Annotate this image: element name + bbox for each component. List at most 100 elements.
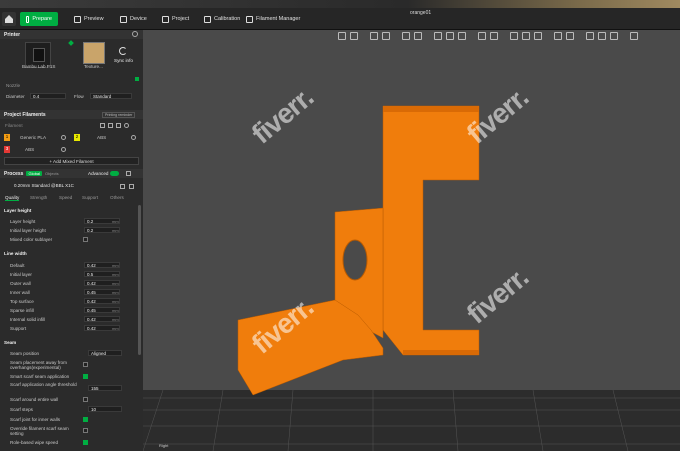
line-width-label: Outer wall: [10, 281, 31, 286]
sync-icon[interactable]: [119, 47, 127, 55]
role-wipe-checkbox[interactable]: [83, 440, 88, 445]
line-width-label: Sparse infill: [10, 308, 34, 313]
unit-label: mm: [112, 290, 119, 295]
diameter-select[interactable]: 0.4: [30, 93, 66, 99]
printer-badge: [68, 40, 74, 46]
advanced-toggle[interactable]: [110, 171, 119, 176]
gear-icon[interactable]: [132, 31, 138, 37]
mixed-color-checkbox[interactable]: [83, 237, 88, 242]
global-toggle[interactable]: Global: [26, 171, 43, 176]
process-section-header: Process Global Objects: [0, 169, 143, 178]
smart-scarf-label: Smart scarf seam application: [10, 374, 70, 379]
flow-label: Flow: [74, 94, 84, 99]
initial-layer-height-label: Initial layer height: [10, 228, 46, 233]
tab-label: Project: [172, 16, 190, 22]
diameter-label: Diameter: [6, 94, 25, 99]
line-width-label: Inner wall: [10, 290, 30, 295]
override-scarf-checkbox[interactable]: [83, 428, 88, 433]
unit-label: mm: [112, 263, 119, 268]
plate-card[interactable]: [83, 42, 105, 64]
unit-label: mm: [112, 219, 119, 224]
line-width-label: Internal solid infill: [10, 317, 46, 322]
filament-number-3[interactable]: 3: [4, 146, 10, 153]
scarf-angle-input[interactable]: 155: [88, 385, 122, 391]
settings-icon[interactable]: [124, 123, 129, 128]
seam-position-select[interactable]: Aligned: [88, 350, 122, 356]
filament-toolbar: [100, 123, 138, 129]
compare-preset-icon[interactable]: [129, 184, 134, 189]
unit-label: mm: [112, 272, 119, 277]
filament-number-1[interactable]: 1: [4, 134, 10, 141]
printer-section-title: Printer: [4, 31, 21, 38]
filament-name-3[interactable]: ABS: [25, 147, 34, 152]
printer-icon: [33, 48, 45, 62]
printer-name[interactable]: Bambu Lab P1S: [22, 64, 55, 69]
tab-device[interactable]: Device: [114, 12, 153, 26]
filament-edit-icon-3[interactable]: [61, 147, 66, 152]
filament-manager-icon: [246, 15, 253, 23]
edit-icon[interactable]: [100, 123, 105, 128]
scarf-angle-label: Scarf application angle threshold: [10, 382, 77, 387]
process-preset-select[interactable]: 0.20mm Standard @BBL X1C: [12, 183, 114, 190]
tab-label: Preview: [84, 16, 104, 22]
advanced-settings-icon[interactable]: [126, 171, 131, 176]
tab-support[interactable]: Support: [82, 195, 98, 200]
scarf-inner-label: Scarf joint for inner walls: [10, 417, 61, 422]
advanced-label: Advanced: [88, 171, 109, 176]
sidebar: Printer Bambu Lab P1S Texture... Sync in…: [0, 30, 143, 451]
layer-height-header: Layer height: [4, 208, 32, 213]
remove-icon[interactable]: [116, 123, 121, 128]
tab-filament-manager[interactable]: Filament Manager: [240, 12, 306, 26]
smart-scarf-checkbox[interactable]: [83, 374, 88, 379]
tab-preview[interactable]: Preview: [68, 12, 110, 26]
flow-select[interactable]: Standard: [90, 93, 132, 99]
filament-name-2[interactable]: ABS: [97, 135, 106, 140]
add-icon[interactable]: [108, 123, 113, 128]
home-icon: [5, 15, 13, 23]
unit-label: mm: [112, 317, 119, 322]
tab-speed[interactable]: Speed: [59, 195, 72, 200]
settings-scrollbar[interactable]: [138, 205, 141, 355]
mixed-color-label: Mixed color sublayer: [10, 237, 53, 242]
line-width-label: Default: [10, 263, 25, 268]
tab-prepare[interactable]: Prepare: [20, 12, 58, 26]
seam-header: Seam: [4, 340, 17, 345]
tab-quality[interactable]: Quality: [5, 195, 20, 201]
line-width-label: Initial layer: [10, 272, 32, 277]
printing-reminder-button[interactable]: Printing reminder: [102, 112, 136, 118]
filament-number-2[interactable]: 2: [74, 134, 80, 141]
unit-label: mm: [112, 326, 119, 331]
unit-label: mm: [112, 299, 119, 304]
sync-info-label[interactable]: Sync info: [114, 58, 133, 63]
add-mixed-filament-button[interactable]: + Add Mixed Filament: [4, 157, 139, 165]
tab-label: Filament Manager: [256, 16, 301, 22]
calibration-icon: [204, 15, 211, 23]
tab-strength[interactable]: Strength: [30, 195, 47, 200]
scarf-inner-checkbox[interactable]: [83, 417, 88, 422]
device-icon: [120, 15, 127, 23]
orange-model[interactable]: [143, 30, 680, 451]
home-button[interactable]: [2, 12, 16, 26]
tab-label: Calibration: [214, 16, 241, 22]
unit-label: mm: [112, 308, 119, 313]
layer-height-label: Layer height: [10, 219, 36, 224]
unit-label: mm: [112, 228, 119, 233]
save-preset-icon[interactable]: [120, 184, 125, 189]
3d-viewport[interactable]: fiverr. fiverr. fiverr. fiverr. fiverr. …: [143, 30, 680, 451]
filament-edit-icon-1[interactable]: [61, 135, 66, 140]
objects-toggle[interactable]: Objects: [45, 171, 59, 176]
scarf-around-checkbox[interactable]: [83, 397, 88, 402]
sync-badge: [135, 77, 139, 81]
nozzle-label: Nozzle: [6, 83, 21, 88]
filament-name-1[interactable]: Generic PLA: [20, 135, 46, 140]
filament-edit-icon-2[interactable]: [131, 135, 136, 140]
tab-project[interactable]: Project: [156, 12, 195, 26]
scarf-steps-input[interactable]: 10: [88, 406, 122, 412]
seam-away-checkbox[interactable]: [83, 362, 88, 367]
plate-label[interactable]: Texture...: [84, 64, 103, 69]
tab-others[interactable]: Others: [110, 195, 124, 200]
mac-menu-strip: [0, 0, 680, 8]
line-width-label: Top surface: [10, 299, 34, 304]
scarf-around-label: Scarf around entire wall: [10, 397, 59, 402]
line-width-header: Line width: [4, 251, 27, 256]
